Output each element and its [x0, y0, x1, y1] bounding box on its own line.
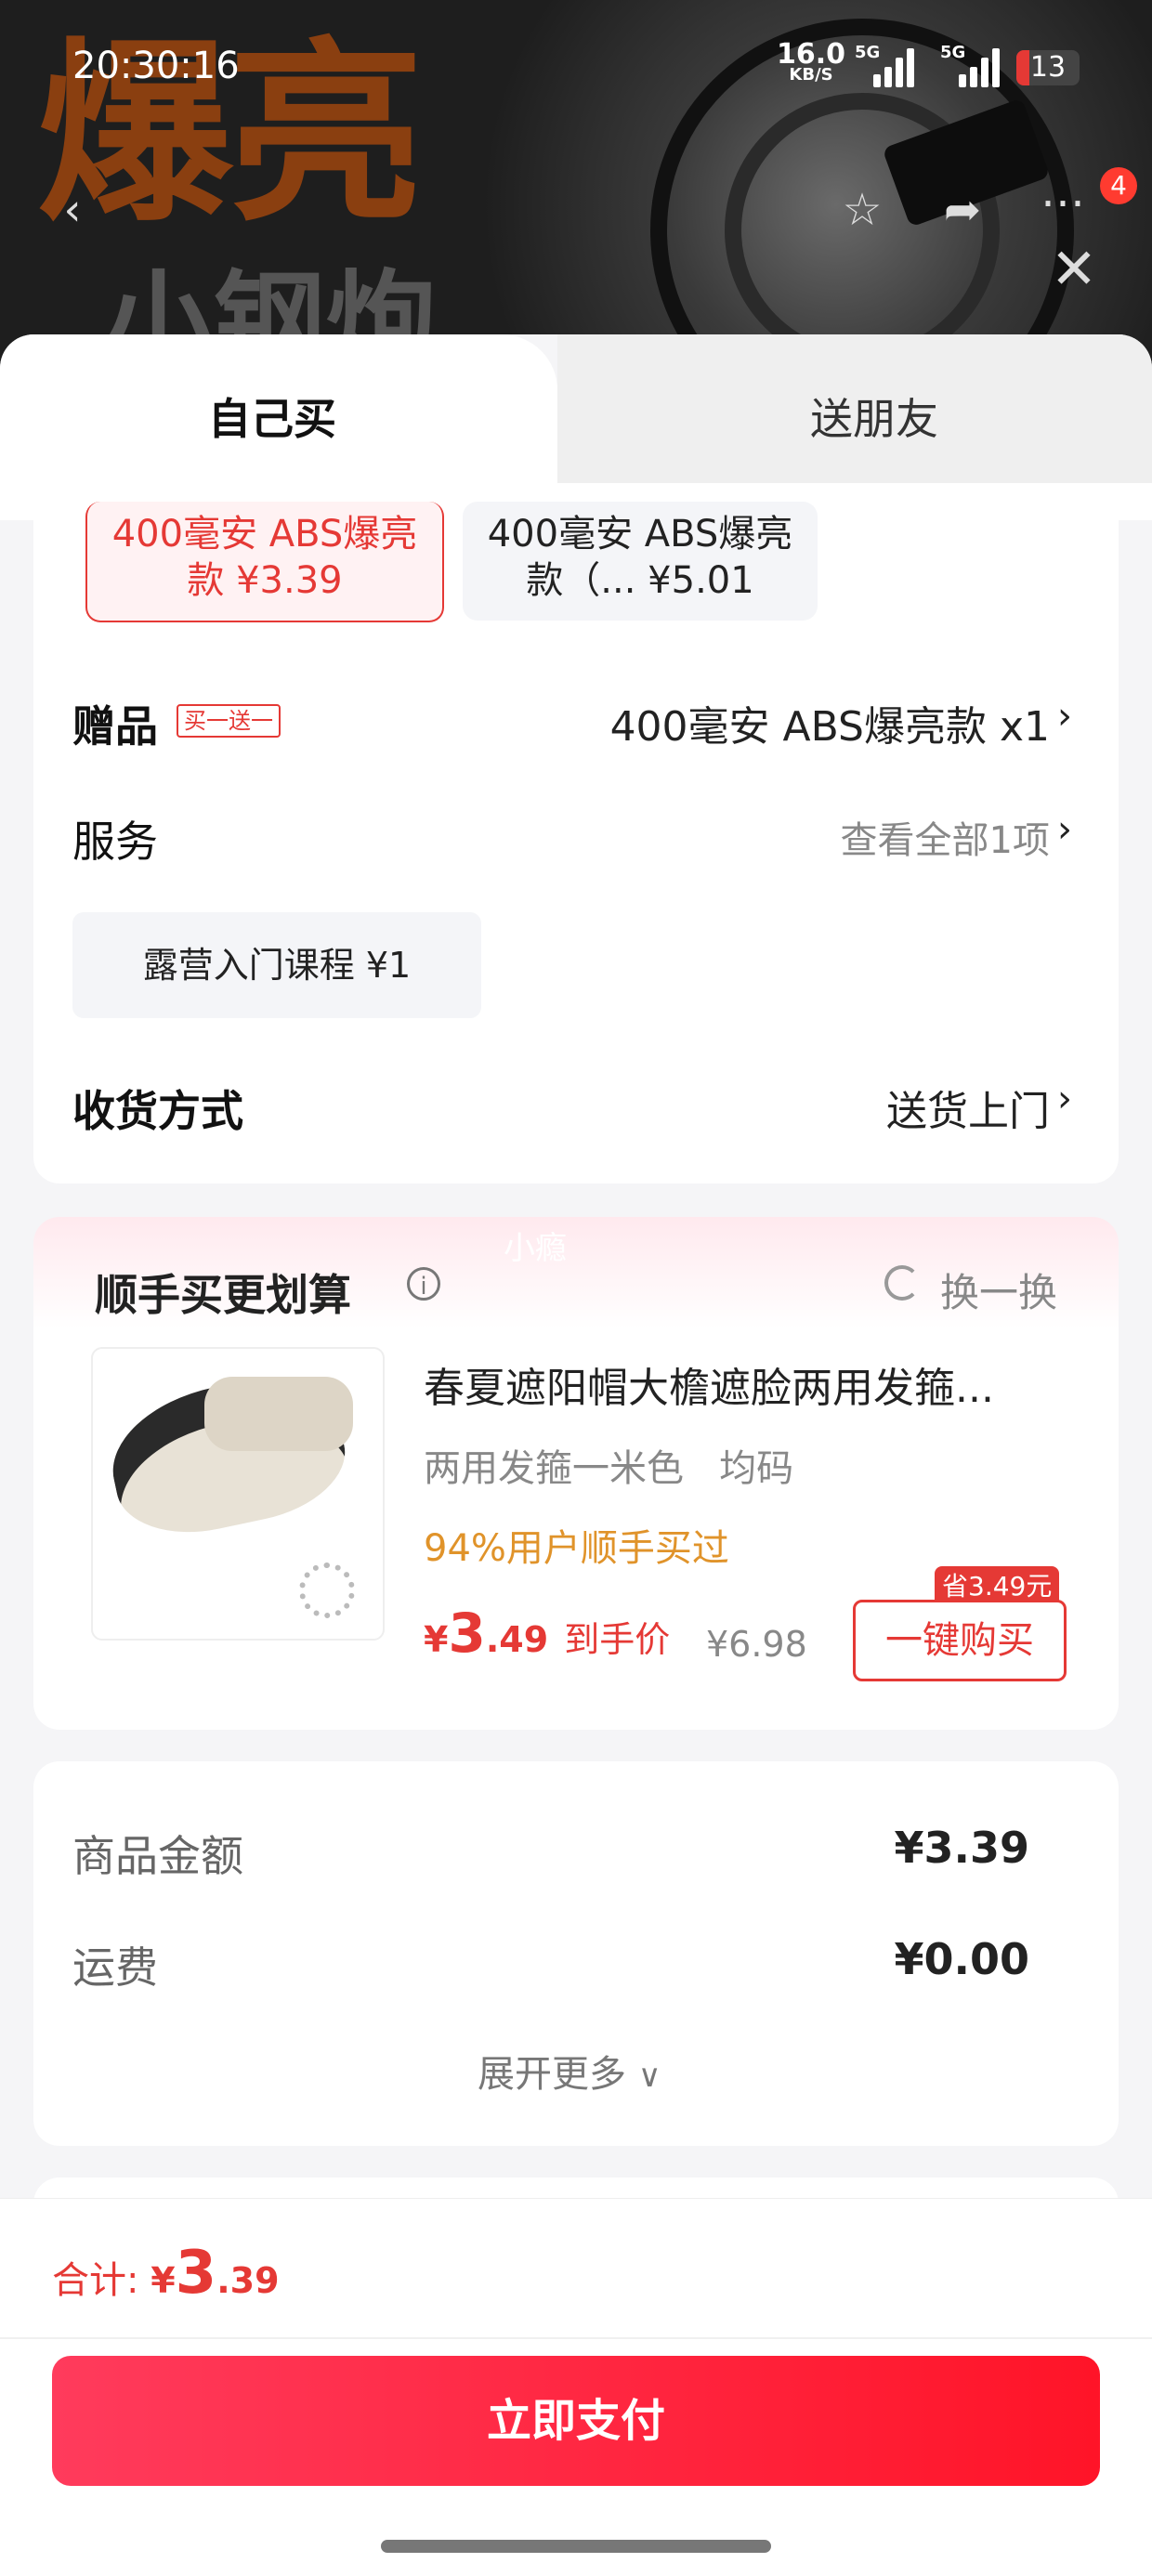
variant-option[interactable]: 400毫安 ABS爆亮 款（... ¥5.01 — [463, 502, 818, 621]
tab-gift-friend-label: 送朋友 — [810, 394, 938, 444]
delivery-value[interactable]: 送货上门 — [886, 1078, 1050, 1137]
total-label: 合计: — [52, 2259, 151, 2302]
battery-level: 13 — [1029, 51, 1067, 84]
refresh-icon[interactable] — [884, 1265, 920, 1301]
info-icon[interactable]: i — [407, 1267, 440, 1301]
hat-band-image — [204, 1377, 353, 1451]
hairband-image — [299, 1563, 355, 1618]
gift-value[interactable]: 400毫安 ABS爆亮款 x1 — [610, 693, 1050, 752]
expand-more-button[interactable]: 展开更多 ∨ — [478, 2044, 661, 2098]
service-view-all[interactable]: 查看全部1项 — [841, 810, 1050, 864]
variant-option-2-line1: 400毫安 ABS爆亮 — [487, 513, 793, 556]
goods-amount-label: 商品金额 — [72, 1831, 243, 1881]
variant-option-1-line1: 400毫安 ABS爆亮 — [111, 513, 418, 556]
tab-self-buy[interactable]: 自己买 — [0, 334, 557, 483]
addon-price-int: 3 — [448, 1602, 486, 1665]
one-click-buy-button[interactable]: 一键购买 — [853, 1600, 1067, 1681]
pay-now-button[interactable]: 立即支付 — [52, 2356, 1100, 2486]
gift-label: 赠品 — [72, 701, 158, 752]
delivery-chevron-icon[interactable]: › — [1057, 1078, 1072, 1120]
home-indicator[interactable] — [381, 2540, 771, 2553]
addon-product-title[interactable]: 春夏遮阳帽大檐遮脸两用发箍... — [424, 1354, 994, 1414]
tab-gift-friend[interactable]: 送朋友 — [557, 334, 1152, 483]
share-icon[interactable]: ➦ — [933, 180, 992, 240]
close-icon[interactable]: ✕ — [1044, 240, 1104, 299]
battery-icon: 13 — [1016, 50, 1080, 85]
variant-option-2-line2: 款（... ¥5.01 — [526, 559, 754, 602]
expand-more-label: 展开更多 — [478, 2053, 626, 2096]
variant-option-selected[interactable]: 400毫安 ABS爆亮 款 ¥3.39 — [85, 502, 444, 622]
addon-purchase-stat: 94%用户顺手买过 — [424, 1527, 729, 1570]
total-dec: .39 — [216, 2260, 280, 2301]
addon-product-spec: 两用发箍一米色 均码 — [424, 1447, 794, 1490]
gift-promo-tag: 买一送一 — [177, 704, 281, 738]
service-label: 服务 — [72, 817, 158, 867]
service-chevron-icon[interactable]: › — [1057, 808, 1072, 851]
back-icon[interactable]: ‹ — [43, 180, 102, 240]
total-int: 3 — [175, 2239, 217, 2308]
addon-watermark: 小瘾 — [504, 1230, 567, 1267]
addon-price-tag: 到手价 — [564, 1619, 671, 1660]
more-icon[interactable]: ⋯ — [1033, 173, 1093, 232]
delivery-label: 收货方式 — [72, 1086, 243, 1136]
footer-divider — [0, 2337, 1152, 2339]
signal-icon-1: 5G — [855, 43, 914, 87]
shipping-label: 运费 — [72, 1942, 158, 1993]
product-thumbnail[interactable] — [91, 1347, 385, 1641]
shipping-value: ¥0.00 — [894, 1934, 1029, 1984]
signal-icon-2: 5G — [940, 43, 1000, 87]
total-symbol: ¥ — [151, 2260, 176, 2301]
refresh-label[interactable]: 换一换 — [940, 1262, 1057, 1318]
gift-chevron-icon[interactable]: › — [1057, 695, 1072, 738]
status-bar: 20:30:16 16.0 KB/S 5G 5G 13 — [0, 0, 1152, 130]
addon-original-price: ¥6.98 — [706, 1624, 807, 1665]
total-price: 合计: ¥3.39 — [52, 2239, 280, 2308]
network-speed: 16.0 KB/S — [777, 41, 845, 84]
addon-price-dec: .49 — [485, 1619, 549, 1660]
chevron-down-icon: ∨ — [637, 2058, 661, 2095]
favorite-star-icon[interactable]: ☆ — [832, 180, 892, 240]
addon-price: ¥3.49 到手价 — [424, 1602, 670, 1665]
variant-option-1-line2: 款 ¥3.39 — [187, 559, 343, 602]
goods-amount-value: ¥3.39 — [894, 1823, 1029, 1873]
service-item-camping-course[interactable]: 露营入门课程 ¥1 — [72, 912, 481, 1018]
status-time: 20:30:16 — [72, 45, 240, 87]
addon-price-symbol: ¥ — [424, 1619, 449, 1660]
addon-title: 顺手买更划算 — [95, 1270, 351, 1320]
cart-count-badge: 4 — [1100, 167, 1137, 204]
tab-self-buy-label: 自己买 — [208, 394, 336, 444]
